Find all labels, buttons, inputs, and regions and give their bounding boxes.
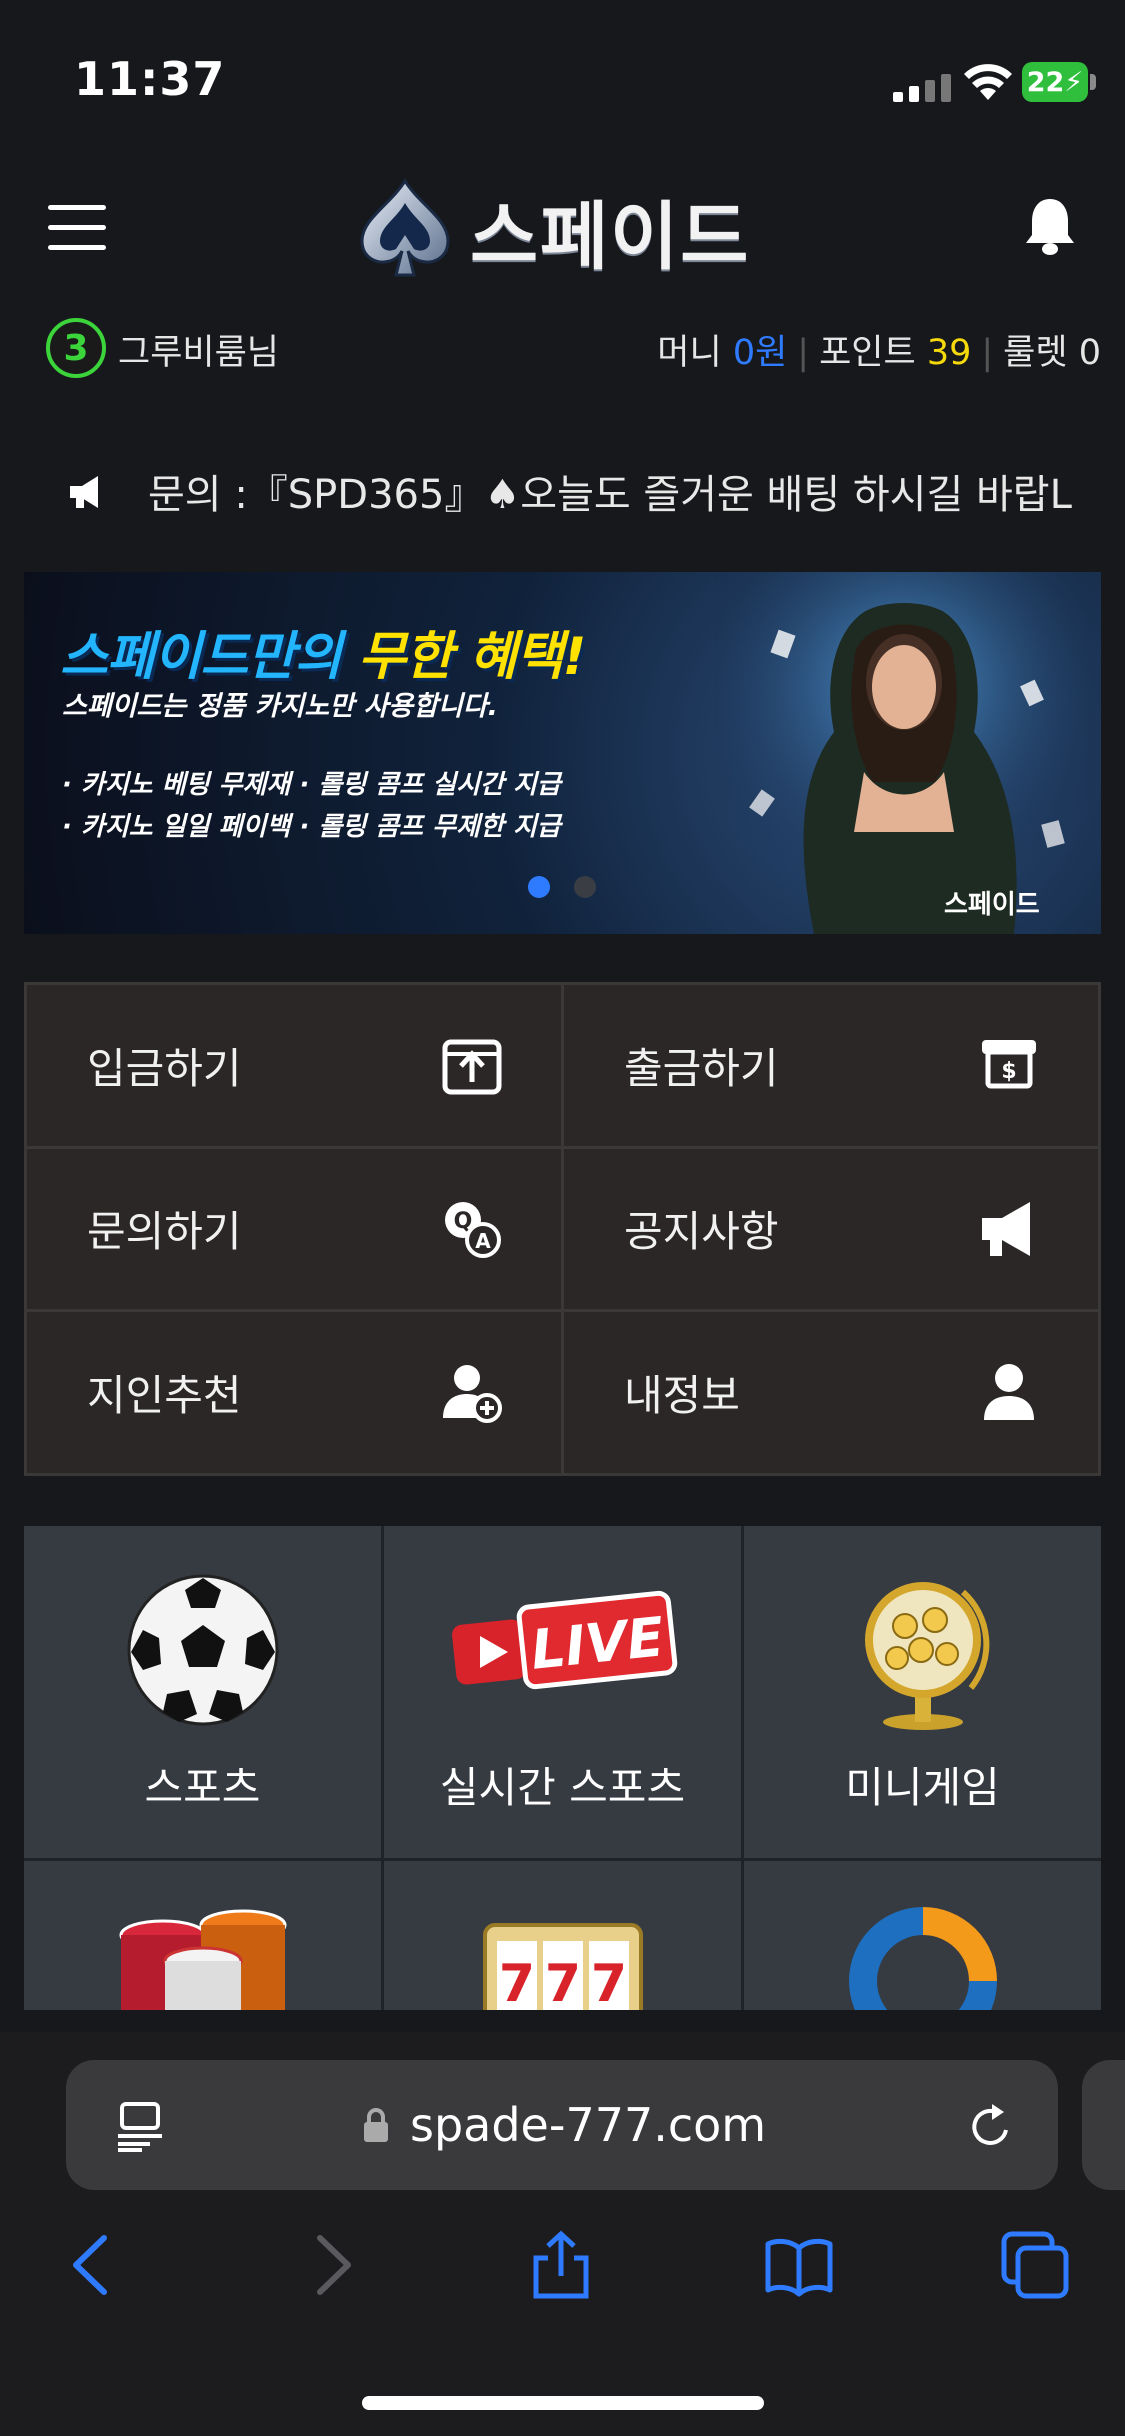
carousel-dot[interactable]	[574, 876, 596, 898]
soccer-ball-icon	[127, 1574, 278, 1726]
banner-title-part1: 스페이드만의	[60, 627, 342, 687]
username[interactable]: 그루비룸님	[118, 324, 279, 375]
game-mini-game[interactable]: 미니게임	[744, 1526, 1101, 1858]
quick-menu-my-info[interactable]: 내정보	[564, 1312, 1098, 1473]
game-label: 실시간 스포츠	[439, 1763, 686, 1812]
user-icon	[984, 1363, 1034, 1420]
banner-bullets: · 카지노 베팅 무제재 · 롤링 콤프 실시간 지급 · 카지노 일일 페이백…	[62, 764, 561, 848]
roulette-label: 룰렛	[1003, 333, 1068, 373]
divider: |	[797, 333, 810, 373]
battery-level: 22	[1026, 66, 1065, 98]
withdraw-icon: $	[982, 1040, 1036, 1089]
banner-title: 스페이드만의 무한 혜택!	[60, 614, 586, 689]
battery-indicator: 22 ⚡	[1022, 62, 1088, 102]
home-indicator[interactable]	[362, 2396, 764, 2410]
banner-bullet: · 카지노 베팅 무제재 · 롤링 콤프 실시간 지급	[62, 770, 561, 800]
promo-banner[interactable]: 스페이드만의 무한 혜택! 스페이드는 정품 카지노만 사용합니다. · 카지노…	[24, 572, 1101, 934]
site-logo[interactable]: 스페이드	[350, 175, 780, 285]
game-label: 미니게임	[845, 1763, 1000, 1812]
wifi-icon	[964, 64, 1012, 100]
banner-title-part2: 무한 혜택!	[358, 627, 586, 687]
logo-text: 스페이드	[470, 193, 751, 280]
lottery-globe-icon	[864, 1582, 989, 1730]
battery-tip	[1090, 74, 1096, 90]
add-user-icon	[443, 1364, 502, 1423]
game-sports[interactable]: 스포츠	[24, 1526, 381, 1858]
banner-logo: 스페이드	[944, 890, 1040, 920]
game-other[interactable]	[744, 1861, 1101, 2010]
forward-icon[interactable]	[296, 2230, 366, 2300]
quick-menu-label: 문의하기	[87, 1207, 242, 1257]
game-slot[interactable]: 7 7 7	[384, 1861, 741, 2010]
svg-text:7: 7	[498, 1954, 534, 2010]
bookmarks-icon[interactable]	[764, 2230, 834, 2300]
svg-text:A: A	[475, 1229, 491, 1253]
game-live-sports[interactable]: LIVE 실시간 스포츠	[384, 1526, 741, 1858]
quick-menu-notice[interactable]: 공지사항	[564, 1148, 1098, 1310]
casino-chips-icon	[119, 1909, 286, 2010]
quick-menu-label: 지인추천	[87, 1371, 242, 1421]
roulette-value[interactable]: 0	[1079, 333, 1101, 373]
megaphone-icon	[70, 476, 98, 508]
next-tab-peek[interactable]	[1082, 2060, 1125, 2190]
status-bar: 11:37 22 ⚡	[0, 0, 1125, 150]
quick-menu-withdraw[interactable]: 출금하기 $	[564, 985, 1098, 1146]
quick-menu-referral[interactable]: 지인추천	[27, 1312, 561, 1473]
wallet-summary: 머니 0원 | 포인트 39 | 룰렛 0	[657, 324, 1101, 375]
quick-menu-grid: 입금하기 출금하기 $ 문의하기 Q A 공지사항 지인추천 내정보	[24, 982, 1101, 1476]
svg-text:7: 7	[590, 1954, 626, 2010]
money-value[interactable]: 0원	[733, 333, 787, 373]
banner-subtitle: 스페이드는 정품 카지노만 사용합니다.	[62, 691, 498, 722]
quick-menu-inquiry[interactable]: 문의하기 Q A	[27, 1148, 561, 1310]
tabs-icon[interactable]	[1000, 2230, 1070, 2300]
live-icon: LIVE	[451, 1590, 677, 1690]
cellular-signal-icon	[893, 74, 951, 102]
quick-menu-label: 내정보	[624, 1371, 740, 1421]
quick-menu-deposit[interactable]: 입금하기	[27, 985, 561, 1146]
notification-bell-icon[interactable]	[1022, 195, 1078, 257]
spade-logo-icon	[360, 178, 450, 277]
quick-menu-label: 입금하기	[87, 1043, 242, 1093]
game-label: 스포츠	[144, 1763, 261, 1812]
megaphone-icon	[982, 1201, 1030, 1256]
games-grid: 스포츠 LIVE 실시간 스포츠 미니게임 7 7 7	[24, 1526, 1101, 2010]
url-text[interactable]: spade-777.com	[410, 2098, 766, 2152]
svg-text:7: 7	[544, 1954, 580, 2010]
quick-menu-label: 출금하기	[624, 1043, 779, 1093]
slot-machine-icon: 7 7 7	[482, 1923, 643, 2010]
page-menu-icon[interactable]	[116, 2100, 164, 2152]
level-badge: 3	[46, 318, 106, 378]
banner-model-image	[714, 572, 1094, 934]
game-casino[interactable]	[24, 1861, 381, 2010]
share-icon[interactable]	[526, 2230, 596, 2300]
point-value[interactable]: 39	[927, 333, 972, 373]
hamburger-menu-icon[interactable]	[48, 205, 106, 251]
money-label: 머니	[657, 333, 722, 373]
divider: |	[981, 333, 994, 373]
qa-icon: Q A	[445, 1201, 501, 1258]
back-icon[interactable]	[58, 2230, 128, 2300]
svg-text:$: $	[1001, 1059, 1016, 1084]
quick-menu-label: 공지사항	[624, 1207, 779, 1257]
lock-icon	[364, 2108, 388, 2142]
notice-text[interactable]: 문의 :『SPD365』♠오늘도 즐거운 배팅 하시길 바랍L	[148, 462, 1072, 520]
deposit-icon	[442, 1039, 502, 1095]
status-time: 11:37	[74, 52, 226, 106]
carousel-dot-active[interactable]	[528, 876, 550, 898]
ring-logo-icon	[848, 1907, 997, 2010]
banner-bullet: · 카지노 일일 페이백 · 롤링 콤프 무제한 지급	[62, 812, 561, 842]
point-label: 포인트	[819, 333, 916, 373]
reload-icon[interactable]	[966, 2100, 1016, 2152]
